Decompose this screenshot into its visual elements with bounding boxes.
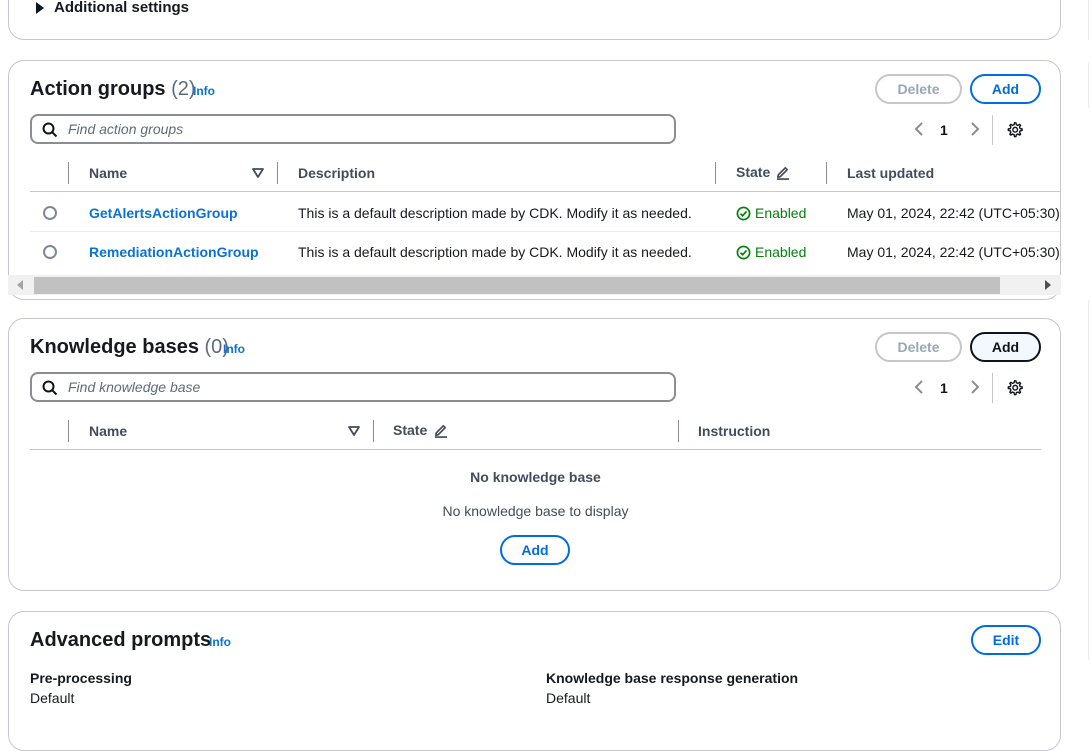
- action-groups-title: Action groups (2): [30, 78, 196, 101]
- column-header-instruction[interactable]: Instruction: [698, 423, 770, 439]
- table-header-rule: [30, 449, 1041, 450]
- table-header-rule: [30, 191, 1060, 192]
- scroll-left-icon[interactable]: [16, 280, 24, 290]
- action-groups-page-number[interactable]: 1: [940, 122, 948, 138]
- advanced-prompts-info-link[interactable]: Info: [209, 635, 231, 649]
- additional-settings-toggle[interactable]: Additional settings: [35, 0, 189, 16]
- table-horizontal-scrollbar[interactable]: [8, 275, 1061, 295]
- kb-response-generation-label: Knowledge base response generation: [546, 670, 799, 686]
- action-group-description: This is a default description made by CD…: [298, 205, 692, 221]
- action-group-last-updated: May 01, 2024, 22:42 (UTC+05:30): [847, 244, 1060, 260]
- pager-separator: [992, 373, 993, 403]
- gear-icon[interactable]: [1006, 379, 1023, 396]
- knowledge-bases-info-link[interactable]: Info: [223, 342, 245, 356]
- additional-settings-panel: Additional settings: [8, 0, 1061, 40]
- action-groups-delete-button[interactable]: Delete: [875, 74, 962, 104]
- caret-right-icon: [36, 1, 44, 14]
- column-divider: [277, 162, 278, 184]
- action-group-name-link[interactable]: GetAlertsActionGroup: [89, 205, 238, 221]
- pre-processing-label: Pre-processing: [30, 670, 132, 686]
- status-badge: Enabled: [736, 205, 806, 221]
- action-groups-search-placeholder: Find action groups: [68, 121, 184, 137]
- row-divider: [30, 231, 1060, 232]
- knowledge-bases-title: Knowledge bases (0): [30, 336, 229, 359]
- column-divider: [715, 162, 716, 184]
- action-group-last-updated: May 01, 2024, 22:42 (UTC+05:30): [847, 205, 1060, 221]
- knowledge-bases-panel: Knowledge bases (0) Info Delete Add Find…: [8, 318, 1061, 591]
- sort-caret-icon[interactable]: [252, 168, 264, 178]
- chevron-left-icon[interactable]: [913, 379, 925, 395]
- action-group-name-link[interactable]: RemediationActionGroup: [89, 244, 259, 260]
- knowledge-bases-delete-button[interactable]: Delete: [875, 332, 962, 362]
- search-icon: [42, 380, 58, 396]
- column-header-name[interactable]: Name: [89, 165, 127, 181]
- sort-caret-icon[interactable]: [348, 426, 360, 436]
- pre-processing-value: Default: [30, 690, 75, 706]
- column-divider: [826, 162, 827, 184]
- knowledge-bases-heading: Knowledge bases: [30, 336, 199, 358]
- row-select-radio[interactable]: [43, 245, 57, 259]
- advanced-prompts-edit-button[interactable]: Edit: [971, 625, 1041, 655]
- chevron-right-icon[interactable]: [969, 121, 981, 137]
- knowledge-base-search-placeholder: Find knowledge base: [68, 379, 201, 395]
- advanced-prompts-title: Advanced prompts: [30, 629, 212, 651]
- column-header-state[interactable]: State: [736, 164, 770, 180]
- knowledge-bases-add-button[interactable]: Add: [970, 332, 1041, 362]
- action-group-description: This is a default description made by CD…: [298, 244, 692, 260]
- column-divider: [678, 420, 679, 442]
- action-groups-search-input[interactable]: Find action groups: [30, 114, 676, 144]
- pager-separator: [992, 115, 993, 145]
- status-label: Enabled: [755, 205, 807, 221]
- row-select-radio[interactable]: [43, 206, 57, 220]
- empty-state-subtitle: No knowledge base to display: [442, 503, 629, 519]
- action-groups-info-link[interactable]: Info: [193, 84, 215, 98]
- right-edge-rule: [1088, 300, 1089, 660]
- column-divider: [373, 420, 374, 442]
- gear-icon[interactable]: [1006, 121, 1023, 138]
- edit-pencil-icon: [776, 166, 790, 180]
- scrollbar-thumb[interactable]: [34, 277, 1000, 294]
- column-divider: [68, 420, 69, 442]
- chevron-left-icon[interactable]: [913, 121, 925, 137]
- column-header-name[interactable]: Name: [89, 423, 127, 439]
- search-icon: [42, 122, 58, 138]
- action-groups-count: (2): [171, 78, 196, 100]
- column-header-last-updated[interactable]: Last updated: [847, 165, 934, 181]
- scroll-right-icon[interactable]: [1044, 280, 1052, 290]
- column-header-state[interactable]: State: [393, 422, 427, 438]
- action-groups-heading: Action groups: [30, 78, 166, 100]
- check-circle-icon: [736, 245, 751, 259]
- action-groups-add-button[interactable]: Add: [970, 74, 1041, 104]
- kb-response-generation-value: Default: [546, 690, 591, 706]
- chevron-right-icon[interactable]: [969, 379, 981, 395]
- additional-settings-label: Additional settings: [54, 0, 189, 16]
- column-header-description[interactable]: Description: [298, 165, 375, 181]
- status-badge: Enabled: [736, 244, 806, 260]
- column-divider: [68, 162, 69, 184]
- knowledge-bases-page-number[interactable]: 1: [940, 380, 948, 396]
- status-label: Enabled: [755, 244, 807, 260]
- empty-state-add-button[interactable]: Add: [500, 535, 570, 565]
- right-edge-rule: [1088, 62, 1089, 108]
- right-edge-rule: [1088, 0, 1089, 40]
- advanced-prompts-panel: Advanced prompts Info Edit Pre-processin…: [8, 611, 1061, 751]
- edit-pencil-icon: [434, 424, 448, 438]
- check-circle-icon: [736, 206, 751, 220]
- knowledge-base-search-input[interactable]: Find knowledge base: [30, 372, 676, 402]
- action-groups-panel: Action groups (2) Info Delete Add Find a…: [8, 60, 1061, 300]
- empty-state-title: No knowledge base: [470, 469, 601, 485]
